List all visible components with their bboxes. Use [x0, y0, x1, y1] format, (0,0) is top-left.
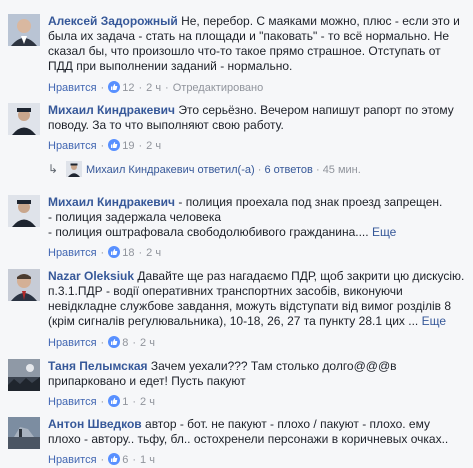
reply-timestamp: 45 мин.	[322, 164, 361, 176]
like-count[interactable]: 19	[122, 140, 134, 152]
like-button[interactable]: Нравится	[48, 82, 97, 94]
comment-author[interactable]: Алексей Задорожный	[48, 14, 178, 28]
timestamp[interactable]: 2 ч	[146, 82, 161, 94]
comment-actions: Нравится · 8 · 2 ч	[48, 336, 155, 349]
thumbs-up-icon	[108, 139, 121, 151]
like-button[interactable]: Нравится	[48, 454, 97, 466]
thumbs-up-icon	[108, 81, 121, 93]
like-count[interactable]: 12	[122, 82, 134, 94]
comment-body: Nazar Oleksiuk Давайте ще раз нагадаємо …	[48, 269, 465, 329]
comment-actions: Нравится · 18 · 2 ч	[48, 246, 162, 259]
comment-text-line: - полиция оштрафовала свободолюбивого гр…	[48, 225, 369, 239]
timestamp[interactable]: 2 ч	[140, 396, 155, 408]
like-button[interactable]: Нравится	[48, 247, 97, 259]
comment-author[interactable]: Михаил Киндракевич	[48, 195, 175, 209]
avatar[interactable]	[8, 359, 40, 391]
timestamp[interactable]: 1 ч	[140, 454, 155, 466]
timestamp[interactable]: 2 ч	[146, 247, 161, 259]
like-count[interactable]: 1	[122, 396, 128, 408]
like-button[interactable]: Нравится	[48, 140, 97, 152]
comment-author[interactable]: Таня Пелымская	[48, 359, 148, 373]
see-more-link[interactable]: Еще	[372, 225, 396, 239]
comment-actions: Нравится · 12 · 2 ч · Отредактировано	[48, 81, 264, 94]
replies-link[interactable]: ↳ Михаил Киндракевич ответил(-а) · 6 отве…	[48, 161, 361, 178]
see-more-link[interactable]: Еще	[422, 314, 446, 328]
avatar[interactable]	[8, 103, 40, 135]
comment-text-line: - полиция задержала человека	[48, 210, 222, 224]
comment-body: Алексей Задорожный Не, перебор. С маякам…	[48, 14, 465, 74]
comment-body: Антон Шведков автор - бот. не пакуют - п…	[48, 417, 465, 447]
timestamp[interactable]: 2 ч	[146, 140, 161, 152]
reply-action: ответил(-а)	[197, 164, 255, 176]
avatar[interactable]	[8, 269, 40, 301]
avatar	[66, 161, 82, 177]
avatar[interactable]	[8, 14, 40, 46]
reply-author[interactable]: Михаил Киндракевич	[86, 164, 194, 176]
comment-actions: Нравится · 6 · 1 ч	[48, 453, 155, 466]
comment-author[interactable]: Nazar Oleksiuk	[48, 269, 134, 283]
comment-body: Таня Пелымская Зачем уехали??? Там столь…	[48, 359, 465, 389]
thumbs-up-icon	[108, 453, 121, 465]
thumbs-up-icon	[108, 336, 121, 348]
timestamp[interactable]: 2 ч	[140, 337, 155, 349]
separator: ·	[315, 164, 320, 176]
like-count[interactable]: 18	[122, 247, 134, 259]
edited-label[interactable]: Отредактировано	[173, 82, 264, 94]
comment-actions: Нравится · 19 · 2 ч	[48, 139, 162, 152]
like-count[interactable]: 8	[122, 337, 128, 349]
like-button[interactable]: Нравится	[48, 396, 97, 408]
comment-body: Михаил Киндракевич - полиция проехала по…	[48, 195, 465, 240]
separator: ·	[257, 164, 262, 176]
avatar[interactable]	[8, 195, 40, 227]
reply-arrow-icon: ↳	[48, 162, 59, 176]
thumbs-up-icon	[108, 246, 121, 258]
avatar[interactable]	[8, 417, 40, 449]
like-button[interactable]: Нравится	[48, 337, 97, 349]
like-count[interactable]: 6	[122, 454, 128, 466]
thumbs-up-icon	[108, 395, 121, 407]
comment-actions: Нравится · 1 · 2 ч	[48, 395, 155, 408]
comment-text-line: - полиция проехала под знак проезд запре…	[178, 195, 443, 209]
reply-count[interactable]: 6 ответов	[264, 164, 312, 176]
comment-author[interactable]: Антон Шведков	[48, 417, 142, 431]
comment-body: Михаил Киндракевич Это серьёзно. Вечером…	[48, 103, 465, 133]
comment-author[interactable]: Михаил Киндракевич	[48, 103, 175, 117]
